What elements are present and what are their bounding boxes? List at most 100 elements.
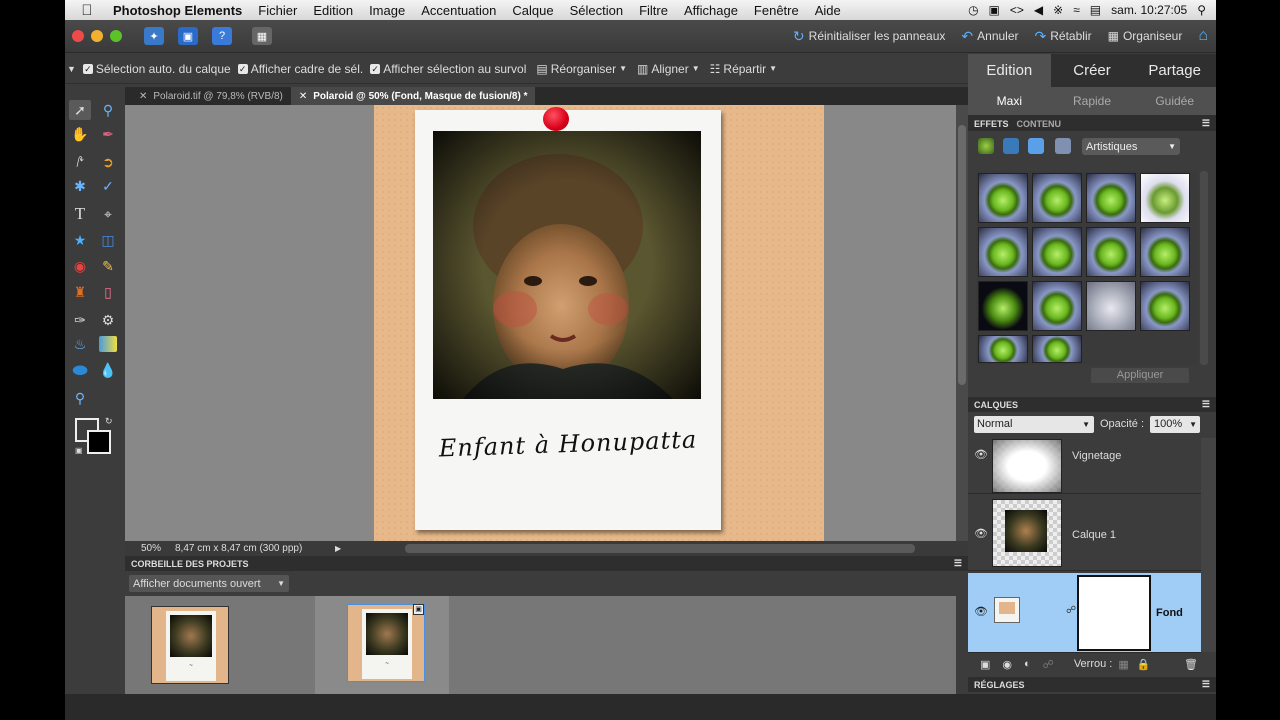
menu-calque[interactable]: Calque <box>504 3 561 18</box>
document-tab-active[interactable]: ✕ Polaroid @ 50% (Fond, Masque de fusion/… <box>290 87 536 105</box>
close-tab-icon[interactable]: ✕ <box>139 91 147 102</box>
menu-image[interactable]: Image <box>361 3 413 18</box>
add-mask-icon[interactable]: ◉ <box>1002 658 1012 671</box>
link-chain-icon[interactable]: ☍ <box>1066 605 1076 616</box>
layer-name[interactable]: Fond <box>1156 607 1183 619</box>
healing-brush-tool-icon[interactable]: ✎ <box>97 256 119 276</box>
photo-effects-icon[interactable] <box>1028 138 1044 154</box>
keyboard-icon[interactable]: ▤ <box>1090 3 1101 17</box>
panel-menu-icon[interactable]: ☰ <box>954 558 968 569</box>
project-thumbnail[interactable]: ~ <box>347 604 425 682</box>
layer-mask-thumbnail[interactable] <box>1077 575 1151 651</box>
panel-menu-icon[interactable]: ☰ <box>1202 679 1216 690</box>
hand-tool-icon[interactable]: ✋ <box>69 124 91 144</box>
effects-category-select[interactable]: Artistiques ▼ <box>1082 138 1180 155</box>
paint-bucket-tool-icon[interactable]: ♨ <box>69 334 91 354</box>
clone-stamp-tool-icon[interactable]: ♜ <box>69 282 91 302</box>
tab-edition[interactable]: Edition <box>968 54 1051 87</box>
apple-icon[interactable]:  <box>65 2 109 19</box>
blur-tool-icon[interactable]: 💧 <box>97 360 119 380</box>
sponge-tool-icon[interactable]: ⚲ <box>69 388 91 408</box>
effect-thumbnail[interactable] <box>1086 173 1136 223</box>
document-tab[interactable]: ✕ Polaroid.tif @ 79,8% (RVB/8) <box>131 87 291 105</box>
subtab-guidee[interactable]: Guidée <box>1133 87 1216 115</box>
effect-thumbnail[interactable] <box>1140 281 1190 331</box>
close-window-icon[interactable] <box>72 30 84 42</box>
subtab-maxi[interactable]: Maxi <box>968 87 1051 115</box>
effect-thumbnail[interactable] <box>1032 173 1082 223</box>
tab-creer[interactable]: Créer <box>1051 54 1134 87</box>
effects-scrollbar[interactable] <box>1200 171 1208 365</box>
layers-scrollbar[interactable] <box>1201 438 1216 652</box>
help-icon[interactable]: ? <box>212 27 232 45</box>
menu-accentuation[interactable]: Accentuation <box>413 3 504 18</box>
delete-layer-icon[interactable]: 🗑 <box>1184 658 1216 671</box>
organizer-button[interactable]: ▦ Organiseur <box>1108 29 1183 43</box>
smart-brush-tool-icon[interactable]: ⚙ <box>97 310 119 330</box>
lasso-tool-icon[interactable]: ➲ <box>97 152 119 172</box>
effect-thumbnail[interactable] <box>1086 281 1136 331</box>
lock-all-icon[interactable]: 🔒 <box>1137 658 1151 671</box>
menu-edition[interactable]: Edition <box>305 3 361 18</box>
project-bin-filter-select[interactable]: Afficher documents ouvert ▼ <box>129 575 289 592</box>
red-eye-tool-icon[interactable]: ◉ <box>69 256 91 276</box>
effects-options-icon[interactable] <box>1055 138 1071 154</box>
layer-row[interactable]: 👁 Vignetage <box>968 438 1201 494</box>
gradient-tool-icon[interactable] <box>99 336 117 352</box>
marquee-tool-icon[interactable]: ⭚ <box>69 152 91 172</box>
blend-mode-select[interactable]: Normal ▼ <box>974 415 1094 433</box>
menu-filtre[interactable]: Filtre <box>631 3 676 18</box>
show-bbox-checkbox[interactable]: ✓ Afficher cadre de sél. <box>237 62 363 76</box>
reset-panels-button[interactable]: ↻ Réinitialiser les panneaux <box>793 28 945 45</box>
filters-icon[interactable] <box>978 138 994 154</box>
background-color-swatch[interactable] <box>87 430 111 454</box>
eyedropper-tool-icon[interactable]: ✒ <box>97 124 119 144</box>
scrollbar-thumb[interactable] <box>958 125 966 385</box>
effect-thumbnail[interactable] <box>1032 335 1082 363</box>
visibility-eye-icon[interactable]: 👁 <box>974 605 988 618</box>
home-icon[interactable]: ⌂ <box>1198 27 1208 45</box>
canvas-area[interactable]: Enfant à Honupatta <box>125 105 956 541</box>
spotlight-search-icon[interactable]: ⚲ <box>1197 3 1206 17</box>
new-layer-icon[interactable]: ▣ <box>980 658 990 671</box>
panel-menu-icon[interactable]: ☰ <box>1202 118 1216 129</box>
canvas-vertical-scrollbar[interactable] <box>956 105 968 541</box>
display-icon[interactable]: ▣ <box>989 3 1000 17</box>
effect-thumbnail[interactable] <box>1140 173 1190 223</box>
arrange-dropdown[interactable]: ▤ Réorganiser ▼ <box>536 62 627 76</box>
zoom-tool-icon[interactable]: ⚲ <box>97 100 119 120</box>
tab-contenu[interactable]: CONTENU <box>1017 119 1062 129</box>
effect-thumbnail[interactable] <box>978 335 1028 363</box>
opacity-field[interactable]: 100% ▼ <box>1150 415 1201 433</box>
menu-selection[interactable]: Sélection <box>562 3 631 18</box>
workspace-layout-icon[interactable]: ▦ <box>252 27 272 45</box>
zoom-window-icon[interactable] <box>110 30 122 42</box>
auto-select-layer-checkbox[interactable]: ✓ Sélection auto. du calque <box>82 62 231 76</box>
layer-name[interactable]: Calque 1 <box>1072 529 1116 541</box>
lock-transparency-icon[interactable]: ▦ <box>1118 658 1128 671</box>
brush-tool-icon[interactable]: ✑ <box>69 310 91 330</box>
clock[interactable]: sam. 10:27:05 <box>1111 3 1187 17</box>
text-tool-icon[interactable]: T <box>69 204 91 224</box>
effect-thumbnail[interactable] <box>978 227 1028 277</box>
code-icon[interactable]: <> <box>1010 3 1024 17</box>
effect-thumbnail[interactable] <box>978 281 1028 331</box>
eraser-tool-icon[interactable]: ▯ <box>97 282 119 302</box>
apply-effect-button[interactable]: Appliquer <box>1091 368 1189 383</box>
menu-fenetre[interactable]: Fenêtre <box>746 3 807 18</box>
default-colors-icon[interactable]: ▣ <box>75 446 83 455</box>
panel-menu-icon[interactable]: ☰ <box>1202 399 1216 410</box>
align-dropdown[interactable]: ▥ Aligner ▼ <box>637 62 700 76</box>
wifi-icon[interactable]: ≈ <box>1073 3 1080 17</box>
shape-tool-icon[interactable]: ★ <box>69 230 91 250</box>
layer-row-selected[interactable]: 👁 ☍ Fond <box>968 573 1201 653</box>
status-menu-arrow-icon[interactable]: ▶ <box>335 544 341 553</box>
time-machine-icon[interactable]: ◷ <box>968 3 978 17</box>
project-thumbnail-selected[interactable]: ~ ▣ <box>315 596 449 694</box>
effect-thumbnail[interactable] <box>978 173 1028 223</box>
show-hover-checkbox[interactable]: ✓ Afficher sélection au survol <box>370 62 526 76</box>
menu-aide[interactable]: Aide <box>807 3 849 18</box>
distribute-dropdown[interactable]: ☷ Répartir ▼ <box>710 62 777 76</box>
save-icon[interactable]: ▣ <box>178 27 198 45</box>
visibility-eye-icon[interactable]: 👁 <box>974 527 988 540</box>
